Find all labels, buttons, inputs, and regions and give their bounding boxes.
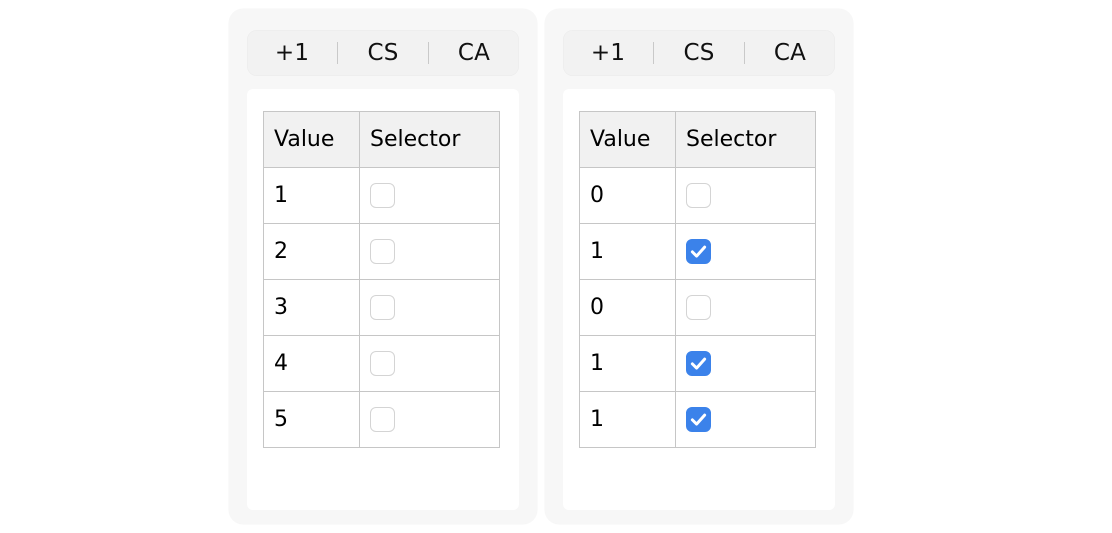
cell-value: 4 bbox=[263, 335, 360, 392]
table-row: 1 bbox=[579, 223, 816, 280]
cell-value: 1 bbox=[263, 167, 360, 224]
cell-selector bbox=[359, 167, 500, 224]
right-table-body: 0 1 0 1 1 bbox=[579, 167, 816, 448]
table-row: 5 bbox=[263, 391, 500, 448]
value-text: 5 bbox=[274, 406, 288, 432]
table-row: 0 bbox=[579, 167, 816, 224]
table-row: 0 bbox=[579, 279, 816, 336]
right-table: Value Selector 0 1 0 1 1 bbox=[579, 111, 816, 448]
column-header-value: Value bbox=[263, 111, 360, 168]
left-table-head: Value Selector bbox=[263, 111, 500, 168]
screen: +1 CS CA Value Selector 1 2 3 4 5 +1 CS … bbox=[0, 0, 1112, 533]
cell-selector bbox=[675, 391, 816, 448]
column-header-value: Value bbox=[579, 111, 676, 168]
right-table-head: Value Selector bbox=[579, 111, 816, 168]
table-row: 4 bbox=[263, 335, 500, 392]
checkbox-unchecked-icon[interactable] bbox=[370, 295, 395, 320]
cell-selector bbox=[359, 335, 500, 392]
cell-value: 1 bbox=[579, 223, 676, 280]
right-cs-button[interactable]: CS bbox=[654, 30, 744, 76]
checkbox-unchecked-icon[interactable] bbox=[686, 295, 711, 320]
cell-selector bbox=[675, 279, 816, 336]
column-header-selector: Selector bbox=[359, 111, 500, 168]
cell-value: 3 bbox=[263, 279, 360, 336]
cell-selector bbox=[675, 167, 816, 224]
right-increment-button[interactable]: +1 bbox=[563, 30, 653, 76]
checkbox-checked-icon[interactable] bbox=[686, 407, 711, 432]
value-text: 4 bbox=[274, 350, 288, 376]
left-cs-button[interactable]: CS bbox=[338, 30, 428, 76]
left-inner-card: Value Selector 1 2 3 4 5 bbox=[247, 89, 519, 510]
cell-value: 2 bbox=[263, 223, 360, 280]
value-text: 0 bbox=[590, 182, 604, 208]
cell-value: 1 bbox=[579, 391, 676, 448]
left-table: Value Selector 1 2 3 4 5 bbox=[263, 111, 500, 448]
value-text: 1 bbox=[590, 406, 604, 432]
value-text: 1 bbox=[590, 350, 604, 376]
left-table-body: 1 2 3 4 5 bbox=[263, 167, 500, 448]
cell-selector bbox=[675, 223, 816, 280]
panel-group: +1 CS CA Value Selector 1 2 3 4 5 +1 CS … bbox=[229, 9, 853, 524]
table-row: 1 bbox=[579, 391, 816, 448]
left-panel: +1 CS CA Value Selector 1 2 3 4 5 bbox=[229, 9, 537, 524]
column-header-selector: Selector bbox=[675, 111, 816, 168]
checkbox-unchecked-icon[interactable] bbox=[686, 183, 711, 208]
cell-selector bbox=[359, 391, 500, 448]
cell-selector bbox=[675, 335, 816, 392]
value-text: 1 bbox=[274, 182, 288, 208]
cell-value: 0 bbox=[579, 167, 676, 224]
checkbox-checked-icon[interactable] bbox=[686, 351, 711, 376]
table-row: 1 bbox=[263, 167, 500, 224]
value-text: 2 bbox=[274, 238, 288, 264]
checkbox-unchecked-icon[interactable] bbox=[370, 183, 395, 208]
right-segmented-control[interactable]: +1 CS CA bbox=[563, 30, 835, 76]
cell-selector bbox=[359, 223, 500, 280]
cell-value: 1 bbox=[579, 335, 676, 392]
left-increment-button[interactable]: +1 bbox=[247, 30, 337, 76]
right-inner-card: Value Selector 0 1 0 1 1 bbox=[563, 89, 835, 510]
table-header-row: Value Selector bbox=[579, 111, 816, 168]
table-header-row: Value Selector bbox=[263, 111, 500, 168]
left-ca-button[interactable]: CA bbox=[429, 30, 519, 76]
value-text: 3 bbox=[274, 294, 288, 320]
left-segmented-control[interactable]: +1 CS CA bbox=[247, 30, 519, 76]
cell-value: 0 bbox=[579, 279, 676, 336]
value-text: 0 bbox=[590, 294, 604, 320]
value-text: 1 bbox=[590, 238, 604, 264]
checkbox-unchecked-icon[interactable] bbox=[370, 239, 395, 264]
checkbox-unchecked-icon[interactable] bbox=[370, 351, 395, 376]
table-row: 3 bbox=[263, 279, 500, 336]
cell-selector bbox=[359, 279, 500, 336]
checkbox-checked-icon[interactable] bbox=[686, 239, 711, 264]
table-row: 2 bbox=[263, 223, 500, 280]
checkbox-unchecked-icon[interactable] bbox=[370, 407, 395, 432]
right-ca-button[interactable]: CA bbox=[745, 30, 835, 76]
table-row: 1 bbox=[579, 335, 816, 392]
cell-value: 5 bbox=[263, 391, 360, 448]
right-panel: +1 CS CA Value Selector 0 1 0 1 1 bbox=[545, 9, 853, 524]
